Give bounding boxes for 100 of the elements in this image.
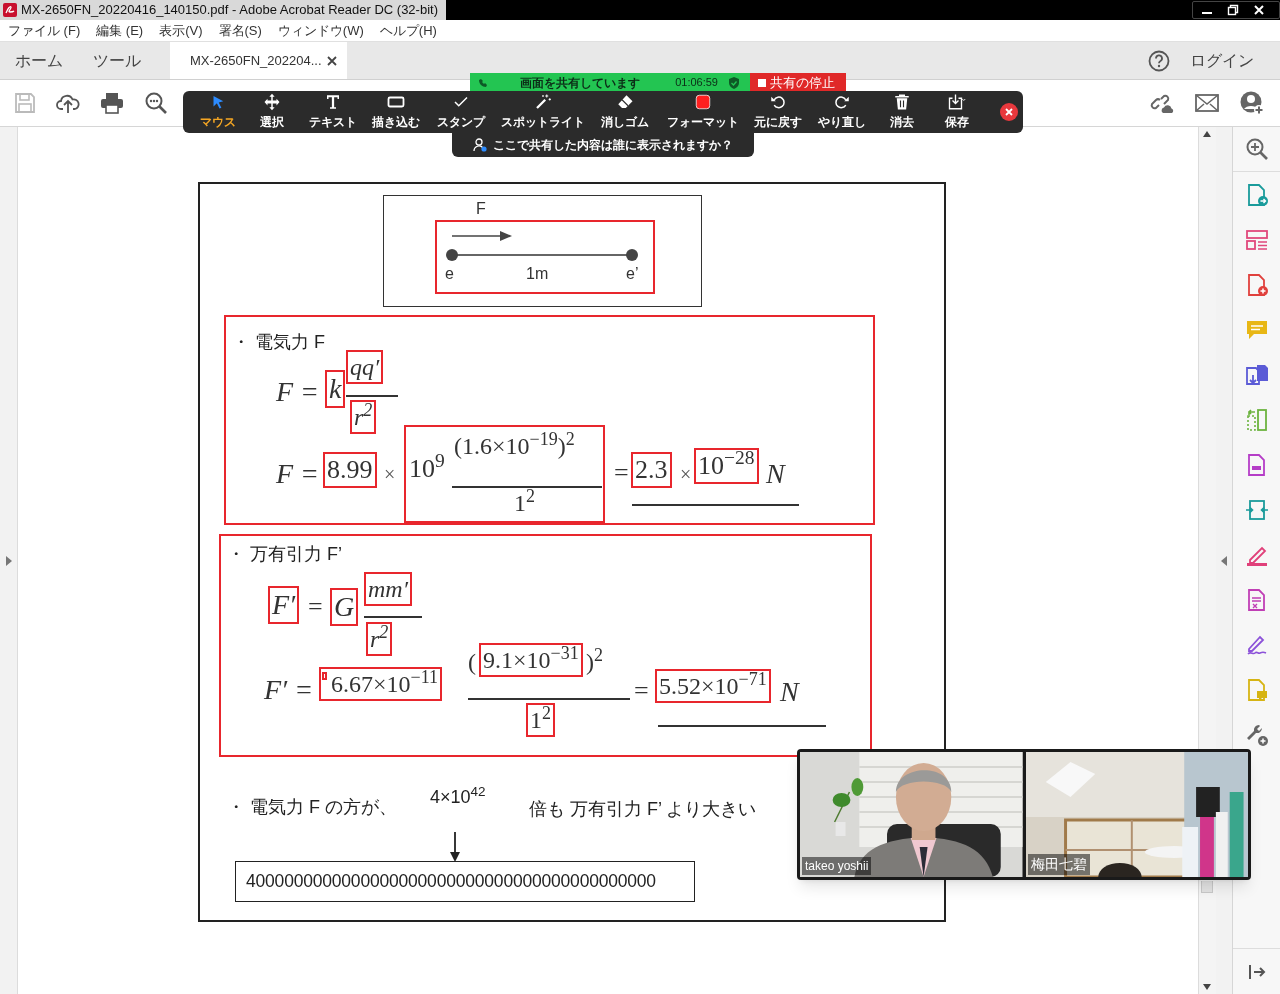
menu-item[interactable]: ファイル (F) [6, 20, 83, 41]
formula-text: ( [468, 650, 476, 674]
formula-text: N [766, 460, 785, 488]
magic-wand-icon [534, 93, 552, 111]
formula-text: )$^{2}$ [586, 650, 603, 674]
expand-arrow-icon[interactable] [5, 555, 12, 566]
formula-text: 1$^{2}$ [530, 708, 551, 732]
formula-text: 6.67×10$^{−11}$ [331, 672, 439, 696]
layout-icon[interactable] [1244, 227, 1269, 252]
menu-item[interactable]: 表示(V) [157, 20, 205, 41]
formula-text: mm′ [368, 577, 408, 601]
mail-icon[interactable] [1195, 93, 1219, 113]
charge-dot [446, 249, 458, 261]
conclusion-text: 4×10$^{42}$ [430, 788, 486, 806]
person-icon [473, 138, 487, 152]
annotation-tool[interactable]: 消去 [872, 91, 932, 133]
restore-icon[interactable] [1227, 4, 1239, 16]
menu-item[interactable]: ヘルプ(H) [377, 20, 439, 41]
participant-name: takeo yoshii [802, 857, 872, 875]
formula-text: = [634, 678, 649, 704]
phone-icon [478, 77, 488, 88]
formula-text: 5.52×10$^{−71}$ [659, 674, 767, 698]
formula-text: × [384, 464, 396, 484]
menu-item[interactable]: 編集 (E) [94, 20, 146, 41]
annotation-tool[interactable]: スタンプ [424, 91, 498, 133]
annotation-tool[interactable]: 保存 [932, 91, 982, 133]
close-icon[interactable] [1000, 103, 1018, 121]
search-icon[interactable] [144, 91, 168, 115]
cloud-upload-icon[interactable] [56, 92, 80, 114]
formula-text: 2.3 [635, 457, 668, 483]
formula-text: = [308, 594, 323, 620]
diagram-label: e’ [626, 266, 639, 282]
color-swatch-icon [694, 93, 712, 111]
tab[interactable]: MX-2650FN_202204... [170, 42, 347, 79]
force-arrow [451, 231, 512, 241]
magnifier-icon[interactable] [1244, 137, 1269, 161]
tab[interactable]: ホーム [0, 42, 78, 79]
close-icon[interactable] [327, 55, 337, 66]
print-icon[interactable] [100, 92, 124, 114]
annotation-tool[interactable]: 選択 [246, 91, 298, 133]
annotation-tool[interactable]: テキスト [298, 91, 368, 133]
annotation-tool[interactable]: やり直し [812, 91, 872, 133]
participant-name: 梅田七碧 [1027, 854, 1090, 875]
formula-text: r$^{2}$ [354, 405, 373, 429]
diagram-label: e [445, 266, 454, 282]
sharing-timer: 01:06:59 [675, 75, 718, 91]
formula-text: G [334, 593, 355, 621]
conclusion-text: 倍も 万有引力 F’ より大きい [529, 800, 757, 818]
annotation-tool[interactable]: マウス [190, 91, 246, 133]
annotation-tool[interactable]: 消しゴム [588, 91, 662, 133]
formula-text: 1$^{2}$ [514, 491, 535, 515]
window-title: MX-2650FN_20220416_140150.pdf - Adobe Acrobat Reader DC (32-bit) [21, 1, 438, 20]
formula-text: 10$^{−28}$ [698, 453, 755, 479]
expand-panel-icon[interactable] [1247, 962, 1266, 981]
formula-text: N [780, 678, 799, 706]
annotation-tool[interactable]: 描き込む [368, 91, 424, 133]
formula-text: r$^{2}$ [370, 627, 389, 651]
annotation-tool[interactable]: スポットライト [498, 91, 588, 133]
diagram-label: F [476, 201, 486, 217]
conclusion-text: ・ 電気力 F の方が、 [227, 798, 397, 816]
formula-text: F = [276, 378, 319, 406]
formula-text: 10$^{9}$ [409, 456, 445, 482]
scroll-thumb[interactable] [1201, 881, 1213, 893]
documents-icon[interactable] [1244, 362, 1269, 387]
down-arrow [450, 832, 460, 862]
long-number: 4000000000000000000000000000000000000000000 [235, 861, 695, 902]
formula-text: F′ [272, 591, 296, 619]
scroll-down-icon[interactable] [1203, 984, 1211, 990]
menu-item[interactable]: ウィンドウ(W) [275, 20, 366, 41]
tooltip-text: ここで共有した内容は誰に表示されますか？ [493, 137, 733, 154]
annotation-tool[interactable]: フォーマット [662, 91, 744, 133]
formula-text: 8.99 [327, 457, 373, 483]
collapse-arrow-icon[interactable] [1221, 555, 1227, 566]
formula-text: k [329, 375, 342, 403]
section-heading: ・ 電気力 F [232, 333, 325, 351]
help-icon[interactable] [1148, 49, 1170, 72]
redo-icon [833, 93, 851, 111]
charge-dot [626, 249, 638, 261]
formula-text: F = [276, 460, 319, 488]
formula-text: F′ = [264, 676, 314, 704]
undo-icon [769, 93, 787, 111]
formula-text: × [680, 464, 692, 484]
formula-text: qq′ [350, 355, 380, 379]
stop-icon [758, 78, 766, 87]
formula-text: (1.6×10$^{−19}$)$^{2}$ [454, 434, 575, 458]
compress-icon[interactable] [1244, 497, 1269, 522]
menu-item[interactable]: 署名(S) [216, 20, 264, 41]
diagram-label: 1m [526, 266, 549, 282]
shield-icon [728, 76, 740, 89]
annotation-tool[interactable]: 元に戻す [744, 91, 812, 133]
pdf-icon [3, 3, 17, 17]
text-tool-icon [324, 93, 342, 111]
formula-text: 9.1×10$^{−31}$ [483, 648, 579, 672]
tab[interactable]: ツール [78, 42, 156, 79]
section-heading: ・ 万有引力 F’ [227, 545, 342, 563]
move-icon [263, 93, 281, 111]
scroll-up-icon[interactable] [1203, 131, 1211, 137]
user-add-icon[interactable] [1239, 90, 1265, 116]
login-button[interactable]: ログイン [1190, 48, 1254, 73]
formula-text: = [614, 460, 629, 486]
